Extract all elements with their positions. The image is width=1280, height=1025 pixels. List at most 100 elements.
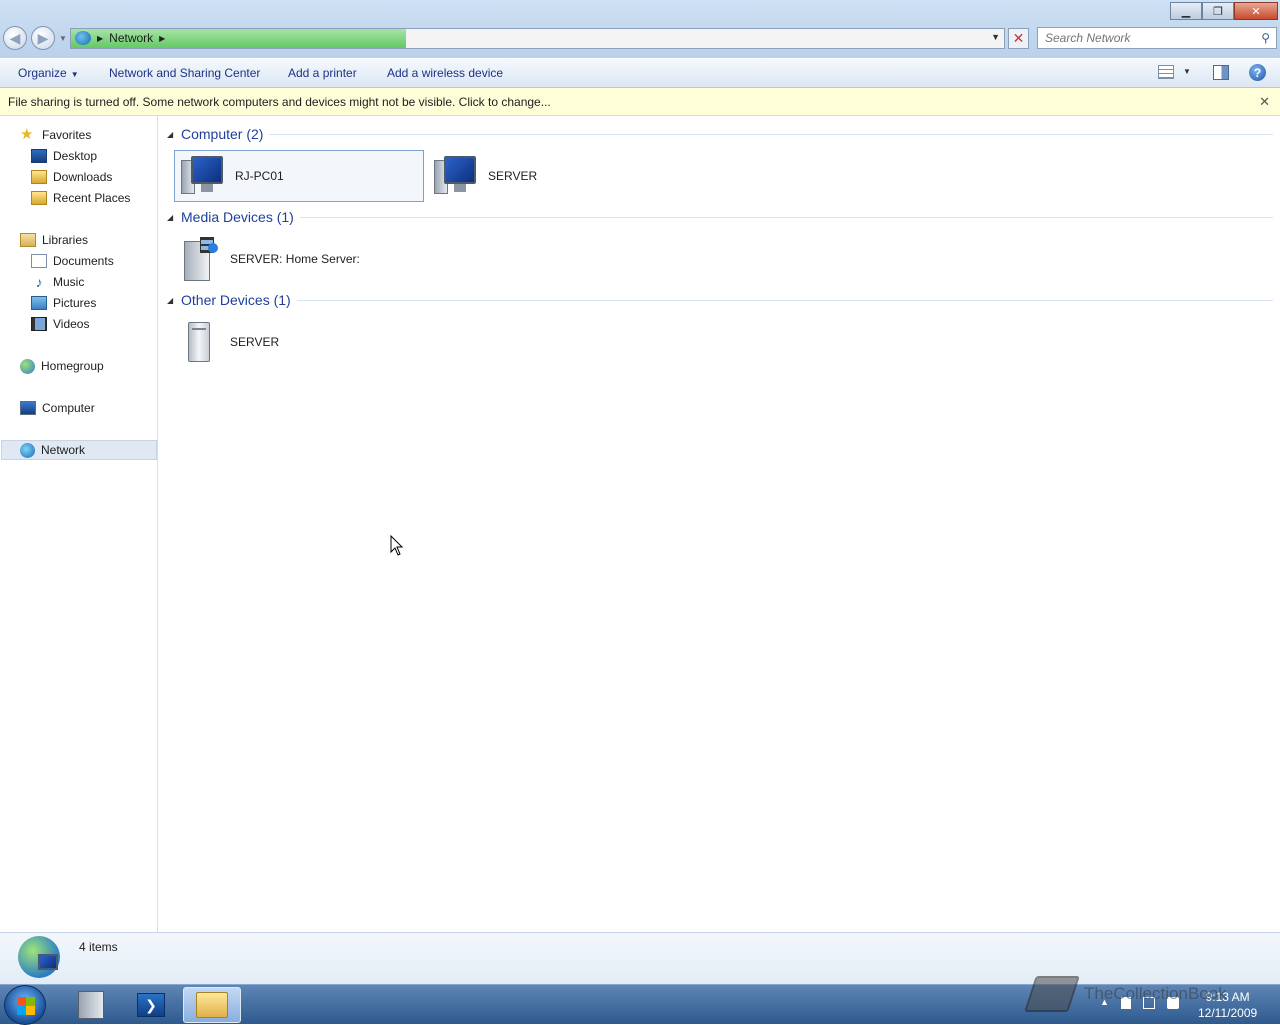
explorer-folder-icon: [196, 992, 228, 1018]
device-label: SERVER: [488, 169, 538, 183]
address-bar[interactable]: ▶ Network ▶ ▼: [70, 28, 1005, 49]
infobar-message[interactable]: File sharing is turned off. Some network…: [8, 95, 551, 109]
add-wireless-device-button[interactable]: Add a wireless device: [387, 66, 503, 80]
nav-desktop[interactable]: Desktop: [31, 146, 97, 166]
forward-button[interactable]: ▶: [31, 26, 55, 50]
nav-downloads-label: Downloads: [53, 170, 113, 184]
computer-monitor-icon: [432, 154, 480, 198]
navigation-pane: ★ Favorites Desktop Downloads Recent Pla…: [0, 116, 158, 932]
clock[interactable]: 9:13 AM 12/11/2009: [1198, 989, 1257, 1021]
music-note-icon: ♪: [35, 274, 43, 290]
libraries-icon: [20, 233, 36, 247]
start-button[interactable]: [4, 985, 46, 1025]
device-tile[interactable]: RJ-PC01: [174, 150, 424, 202]
stop-button[interactable]: ✕: [1008, 28, 1029, 49]
nav-libraries[interactable]: Libraries: [20, 230, 88, 250]
group-title: Media Devices (1): [181, 209, 294, 225]
device-tile[interactable]: SERVER: Home Server:: [174, 233, 424, 285]
nav-favorites-label: Favorites: [42, 128, 92, 142]
collapse-triangle-icon[interactable]: ◢: [167, 296, 181, 305]
star-icon: ★: [20, 126, 34, 143]
group-title: Computer (2): [181, 126, 264, 142]
nav-network-label: Network: [41, 443, 86, 457]
nav-documents-label: Documents: [53, 254, 114, 268]
collapse-triangle-icon[interactable]: ◢: [167, 130, 181, 139]
close-button[interactable]: ✕: [1234, 2, 1278, 20]
nav-computer[interactable]: Computer: [20, 398, 95, 418]
window-controls: ▁ ❐ ✕: [1170, 2, 1278, 20]
help-icon[interactable]: ?: [1249, 64, 1266, 81]
nav-network[interactable]: Network: [1, 440, 157, 460]
volume-muted-icon[interactable]: [1166, 997, 1179, 1009]
recent-places-icon: [31, 191, 47, 205]
search-icon[interactable]: ⚲: [1261, 31, 1270, 45]
nav-videos[interactable]: Videos: [31, 314, 89, 334]
organize-button[interactable]: Organize ▼: [18, 66, 79, 80]
nav-pictures-label: Pictures: [53, 296, 97, 310]
command-bar: Organize ▼ Network and Sharing Center Add…: [0, 58, 1280, 88]
collapse-triangle-icon[interactable]: ◢: [167, 213, 181, 222]
search-box[interactable]: ⚲: [1037, 27, 1277, 49]
nav-computer-label: Computer: [42, 401, 95, 415]
add-printer-button[interactable]: Add a printer: [288, 66, 357, 80]
nav-recent-places[interactable]: Recent Places: [31, 188, 130, 208]
change-view-icon[interactable]: [1158, 65, 1174, 79]
documents-icon: [31, 254, 47, 268]
device-label: SERVER: [230, 335, 280, 349]
show-hidden-icons-icon[interactable]: ▲: [1100, 997, 1109, 1009]
back-arrow-icon: ◀: [9, 29, 21, 46]
search-input[interactable]: [1038, 28, 1248, 48]
nav-desktop-label: Desktop: [53, 149, 98, 163]
organize-label: Organize: [18, 66, 67, 80]
recent-pages-dropdown[interactable]: ▼: [59, 34, 67, 43]
network-sharing-center-button[interactable]: Network and Sharing Center: [109, 66, 260, 80]
item-count: 4 items: [79, 940, 118, 954]
breadcrumb-arrow-icon[interactable]: ▶: [97, 34, 103, 43]
downloads-folder-icon: [31, 170, 47, 184]
nav-pictures[interactable]: Pictures: [31, 293, 96, 313]
taskbar-powershell[interactable]: ❯: [122, 987, 180, 1023]
title-bar: ▁ ❐ ✕ ◀ ▶ ▼ ▶ Network ▶ ▼ ✕ ⚲: [0, 0, 1280, 58]
nav-music[interactable]: ♪ Music: [31, 272, 85, 292]
taskbar-windows-explorer[interactable]: [183, 987, 241, 1023]
breadcrumb: ▶ Network ▶: [75, 31, 165, 45]
device-tile[interactable]: SERVER: [428, 150, 678, 202]
preview-pane-icon[interactable]: [1213, 65, 1229, 80]
nav-favorites[interactable]: ★ Favorites: [20, 125, 91, 145]
nav-music-label: Music: [53, 275, 85, 289]
chevron-down-icon: ▼: [70, 70, 79, 79]
clock-date: 12/11/2009: [1198, 1006, 1258, 1020]
breadcrumb-arrow-icon[interactable]: ▶: [159, 34, 165, 43]
view-options-chevron-icon[interactable]: ▼: [1183, 67, 1191, 76]
pictures-icon: [31, 296, 47, 310]
nav-documents[interactable]: Documents: [31, 251, 114, 271]
minimize-button[interactable]: ▁: [1170, 2, 1202, 20]
network-icon: [75, 31, 91, 45]
nav-libraries-label: Libraries: [42, 233, 89, 247]
nav-downloads[interactable]: Downloads: [31, 167, 112, 187]
maximize-button[interactable]: ❐: [1202, 2, 1234, 20]
windows-logo-icon: [17, 997, 35, 1015]
group-header-computer[interactable]: ◢ Computer (2): [167, 126, 1273, 142]
group-header-other-devices[interactable]: ◢ Other Devices (1): [167, 292, 1273, 308]
file-sharing-infobar[interactable]: File sharing is turned off. Some network…: [0, 88, 1280, 116]
taskbar-server-manager[interactable]: [62, 987, 120, 1023]
file-list-view: ◢ Computer (2) RJ-PC01 SERVER ◢ Media De…: [159, 116, 1280, 932]
device-tile[interactable]: SERVER: [174, 316, 424, 368]
details-pane: 4 items: [0, 932, 1280, 984]
powershell-icon: ❯: [137, 993, 165, 1017]
network-status-icon[interactable]: [1142, 997, 1155, 1009]
desktop-icon: [31, 149, 47, 163]
server-tower-icon: [178, 318, 222, 366]
nav-homegroup[interactable]: Homegroup: [20, 356, 104, 376]
group-header-media-devices[interactable]: ◢ Media Devices (1): [167, 209, 1273, 225]
address-dropdown-icon[interactable]: ▼: [991, 32, 1000, 42]
breadcrumb-network[interactable]: Network: [109, 31, 153, 45]
close-infobar-icon[interactable]: ✕: [1259, 94, 1270, 110]
back-button[interactable]: ◀: [3, 26, 27, 50]
action-center-flag-icon[interactable]: [1120, 997, 1131, 1009]
group-divider: [299, 216, 1273, 218]
computer-icon: [20, 401, 36, 415]
videos-film-icon: [31, 317, 47, 331]
group-divider: [296, 299, 1273, 301]
